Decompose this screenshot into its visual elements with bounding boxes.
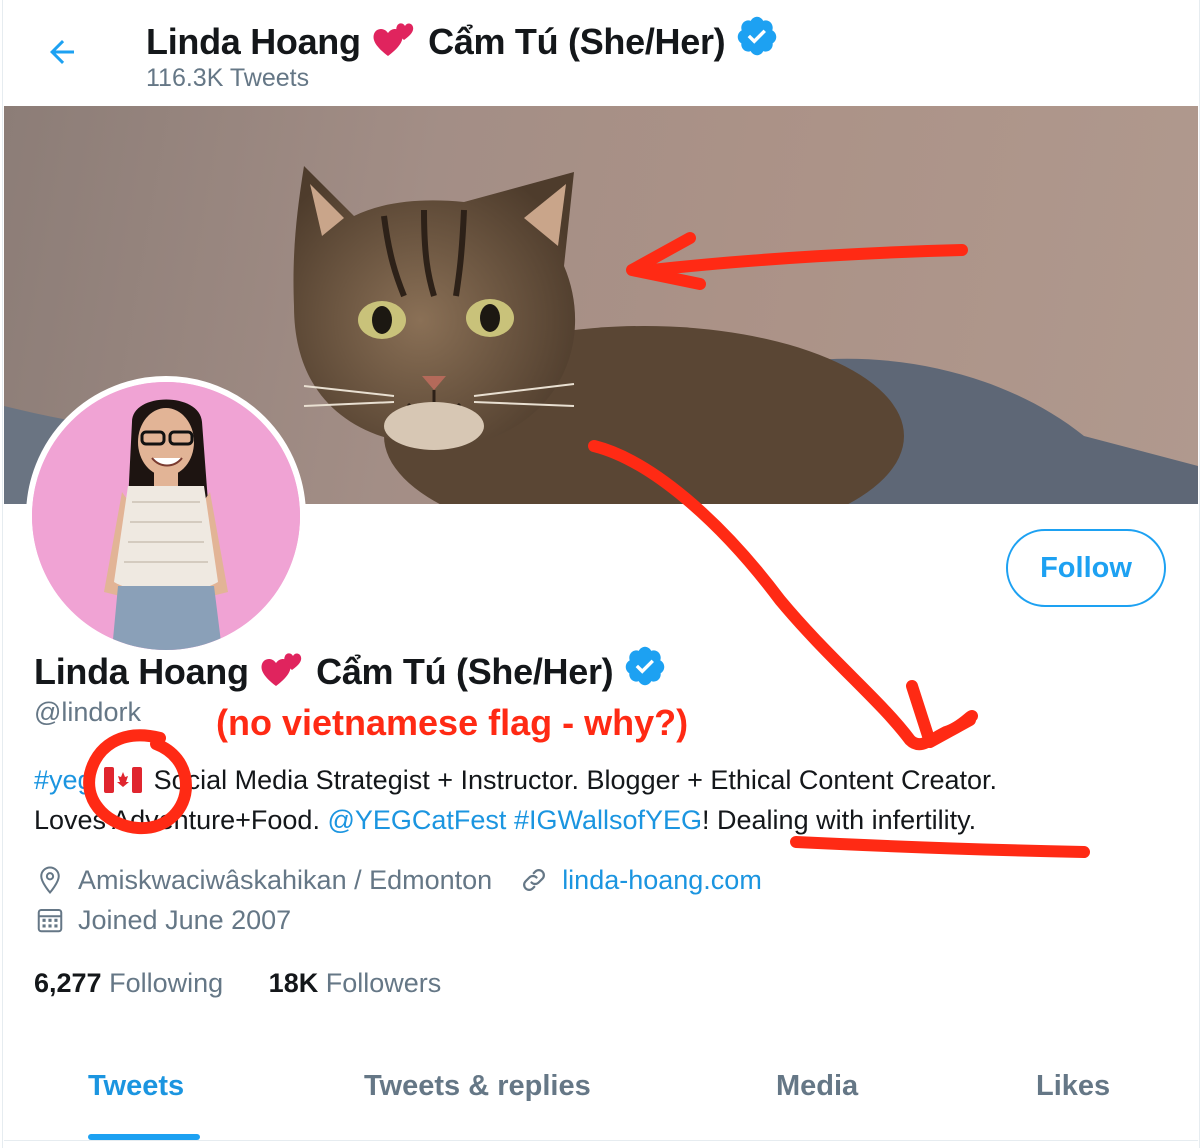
location-pin-icon xyxy=(34,864,66,896)
hashtag-yeg-link[interactable]: #yeg xyxy=(34,765,93,795)
profile-joined-row: Joined June 2007 xyxy=(34,904,291,936)
verified-badge-icon xyxy=(737,16,777,56)
profile-name: Linda Hoang Cẩm Tú (She/Her) xyxy=(34,644,667,693)
arrow-left-icon xyxy=(50,40,74,64)
following-count: 6,277 xyxy=(34,968,102,998)
tab-tweets-replies[interactable]: Tweets & replies xyxy=(364,1070,591,1103)
two-hearts-icon xyxy=(261,653,302,686)
following-link[interactable]: 6,277 Following xyxy=(34,968,223,998)
calendar-icon xyxy=(34,904,66,936)
bio-text-1: Social Media Strategist + Instructor. Bl… xyxy=(146,765,998,795)
header-name-first: Linda Hoang xyxy=(146,21,361,62)
annotation-text: (no vietnamese flag - why?) xyxy=(216,702,689,743)
canada-flag-icon xyxy=(104,767,143,793)
profile-name-second: Cẩm Tú (She/Her) xyxy=(316,651,614,692)
bio-text-3: ! xyxy=(702,805,718,835)
header-profile-name: Linda Hoang Cẩm Tú (She/Her) xyxy=(146,14,779,63)
profile-handle: @lindork xyxy=(34,697,141,727)
bio-text-4: Dealing with infertility. xyxy=(717,805,977,835)
tab-likes[interactable]: Likes xyxy=(1036,1070,1110,1103)
link-icon xyxy=(518,864,550,896)
profile-avatar[interactable] xyxy=(26,376,306,656)
following-label: Following xyxy=(109,968,224,998)
profile-stats: 6,277 Following 18K Followers xyxy=(34,968,441,999)
followers-label: Followers xyxy=(325,968,442,998)
tabs-divider xyxy=(4,1140,1198,1141)
bio-text-2: Loves Adventure+Food. xyxy=(34,805,328,835)
header-name-second: Cẩm Tú (She/Her) xyxy=(428,21,726,62)
bio-line-1: #yeg Social Media Strategist + Instructo… xyxy=(34,760,1154,800)
profile-tabs: Tweets Tweets & replies Media Likes xyxy=(4,1050,1198,1148)
tab-media[interactable]: Media xyxy=(776,1070,858,1103)
verified-badge-icon xyxy=(625,646,665,686)
tweet-count: 116.3K Tweets xyxy=(146,64,310,92)
follow-button[interactable]: Follow xyxy=(1006,529,1166,607)
profile-joined-date: Joined June 2007 xyxy=(78,904,292,935)
profile-bio: #yeg Social Media Strategist + Instructo… xyxy=(34,760,1154,840)
tab-tweets[interactable]: Tweets xyxy=(88,1070,184,1103)
back-button[interactable] xyxy=(38,28,86,76)
mention-yegcatfest-link[interactable]: @YEGCatFest xyxy=(327,805,506,835)
followers-link[interactable]: 18K Followers xyxy=(269,968,442,998)
two-hearts-icon xyxy=(373,23,414,56)
profile-location: Amiskwaciwâskahikan / Edmonton xyxy=(78,864,493,895)
profile-name-first: Linda Hoang xyxy=(34,651,249,692)
bio-line-2: Loves Adventure+Food. @YEGCatFest #IGWal… xyxy=(34,800,1154,840)
followers-count: 18K xyxy=(268,968,319,998)
profile-website-link[interactable]: linda-hoang.com xyxy=(562,865,762,896)
hashtag-igwallsofyeg-link[interactable]: #IGWallsofYEG xyxy=(514,805,702,835)
profile-meta-row: Amiskwaciwâskahikan / Edmonton linda-hoa… xyxy=(34,864,762,896)
